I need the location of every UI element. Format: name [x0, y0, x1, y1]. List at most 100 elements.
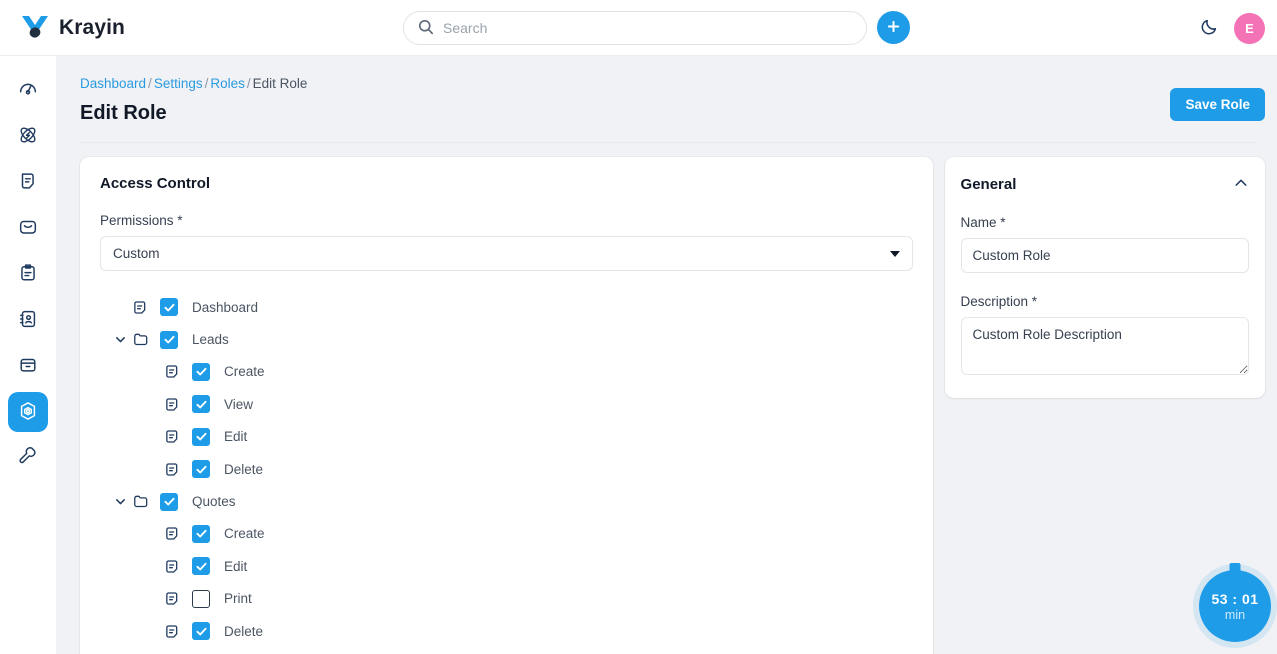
permission-label: Edit — [224, 558, 248, 574]
chevron-up-icon[interactable] — [1233, 175, 1249, 194]
permission-row[interactable]: Leads — [100, 323, 913, 355]
permission-label: Print — [224, 591, 252, 607]
atom-icon — [17, 124, 39, 149]
folder-icon — [130, 492, 152, 511]
sidebar-item-leads[interactable] — [8, 116, 48, 156]
document-icon — [17, 170, 39, 195]
permission-checkbox[interactable] — [192, 460, 210, 479]
sidebar-item-mail[interactable] — [8, 208, 48, 248]
save-role-button[interactable]: Save Role — [1170, 88, 1265, 121]
search-bar[interactable] — [403, 11, 867, 45]
theme-toggle-button[interactable] — [1197, 16, 1221, 40]
box-icon — [17, 354, 39, 379]
search-input[interactable] — [443, 20, 852, 36]
folder-icon — [130, 330, 152, 349]
breadcrumb-separator: / — [148, 76, 152, 91]
description-label: Description * — [960, 294, 1038, 309]
add-button[interactable] — [877, 11, 910, 44]
permission-checkbox[interactable] — [160, 492, 178, 511]
permission-row[interactable]: Edit — [100, 421, 913, 453]
permission-label: Create — [224, 526, 265, 542]
file-icon — [162, 622, 184, 641]
permission-row[interactable]: Dashboard — [100, 291, 913, 323]
gauge-icon — [17, 78, 39, 103]
envelope-icon — [17, 216, 39, 241]
permission-checkbox[interactable] — [192, 524, 210, 543]
permission-label: View — [224, 396, 254, 412]
permission-checkbox[interactable] — [160, 330, 178, 349]
permission-row[interactable]: Edit — [100, 550, 913, 582]
breadcrumb-link-settings[interactable]: Settings — [154, 76, 203, 91]
file-icon — [162, 427, 184, 446]
permission-label: Dashboard — [192, 299, 259, 315]
permission-checkbox[interactable] — [192, 557, 210, 576]
contact-book-icon — [17, 308, 39, 333]
chevron-down-icon[interactable] — [110, 333, 130, 346]
file-icon — [162, 395, 184, 414]
main-content: Dashboard / Settings / Roles / Edit Role Edit … — [56, 56, 1277, 654]
wrench-icon — [17, 446, 39, 471]
sidebar-item-quotes[interactable] — [8, 162, 48, 202]
sidebar-item-settings[interactable] — [8, 392, 48, 432]
breadcrumb-link-dashboard[interactable]: Dashboard — [80, 76, 146, 91]
permission-checkbox[interactable] — [192, 427, 210, 446]
permission-checkbox[interactable] — [192, 622, 210, 641]
breadcrumb-current: Edit Role — [252, 76, 308, 91]
permissions-select[interactable]: Custom — [100, 236, 913, 271]
breadcrumb: Dashboard / Settings / Roles / Edit Role — [80, 76, 1257, 91]
avatar-initial: E — [1245, 21, 1254, 36]
permissions-select-value: Custom — [113, 246, 160, 261]
krayin-logo-icon — [20, 13, 50, 42]
name-input[interactable] — [960, 238, 1249, 273]
permission-row[interactable]: Delete — [100, 453, 913, 485]
permission-checkbox[interactable] — [192, 589, 210, 608]
permission-tree: Dashboard Leads Create View Edit Delete Quotes… — [100, 291, 913, 654]
avatar[interactable]: E — [1234, 13, 1265, 44]
timer-widget[interactable]: 53 : 01 min — [1199, 563, 1271, 642]
description-textarea[interactable]: Custom Role Description — [960, 317, 1249, 375]
file-icon — [162, 589, 184, 608]
brand[interactable]: Krayin — [20, 13, 125, 42]
chevron-down-icon[interactable] — [110, 495, 130, 508]
settings-hexagon-icon — [17, 400, 39, 425]
sidebar-item-dashboard[interactable] — [8, 70, 48, 110]
general-header[interactable]: General — [961, 175, 1249, 194]
plus-icon — [886, 19, 901, 37]
general-card: General Name * Description * Custom Role… — [944, 157, 1265, 398]
permission-row[interactable]: Mail — [100, 647, 913, 654]
permission-row[interactable]: Quotes — [100, 485, 913, 517]
permission-row[interactable]: View — [100, 388, 913, 420]
sidebar-item-products[interactable] — [8, 346, 48, 386]
top-header: Krayin E — [0, 0, 1277, 56]
permission-row[interactable]: Print — [100, 583, 913, 615]
permission-label: Edit — [224, 429, 248, 445]
page-title: Edit Role — [80, 102, 167, 124]
permission-checkbox[interactable] — [192, 362, 210, 381]
access-control-card: Access Control Permissions * Custom Dash… — [80, 157, 933, 654]
clipboard-icon — [17, 262, 39, 287]
sidebar-item-contacts[interactable] — [8, 300, 48, 340]
search-icon — [418, 19, 434, 38]
permission-row[interactable]: Create — [100, 356, 913, 388]
sidebar-item-configuration[interactable] — [8, 438, 48, 478]
page-header: Dashboard / Settings / Roles / Edit Role Edit … — [56, 56, 1277, 143]
breadcrumb-separator: / — [204, 76, 209, 91]
permission-checkbox[interactable] — [160, 298, 178, 317]
timer-unit: min — [1224, 607, 1246, 622]
permission-row[interactable]: Delete — [100, 615, 913, 647]
permission-label: Create — [224, 364, 265, 380]
timer-knob-icon — [1229, 563, 1241, 573]
brand-name: Krayin — [59, 15, 125, 39]
moon-icon — [1200, 17, 1219, 39]
breadcrumb-link-roles[interactable]: Roles — [210, 76, 245, 91]
permissions-label: Permissions * — [100, 213, 183, 228]
permission-label: Delete — [224, 461, 264, 477]
permission-row[interactable]: Create — [100, 518, 913, 550]
permission-label: Delete — [224, 623, 264, 639]
sidebar-item-activities[interactable] — [8, 254, 48, 294]
content-columns: Access Control Permissions * Custom Dash… — [56, 143, 1277, 654]
breadcrumb-separator: / — [246, 76, 251, 91]
file-icon — [162, 460, 184, 479]
permission-checkbox[interactable] — [192, 395, 210, 414]
sidebar — [0, 56, 56, 654]
